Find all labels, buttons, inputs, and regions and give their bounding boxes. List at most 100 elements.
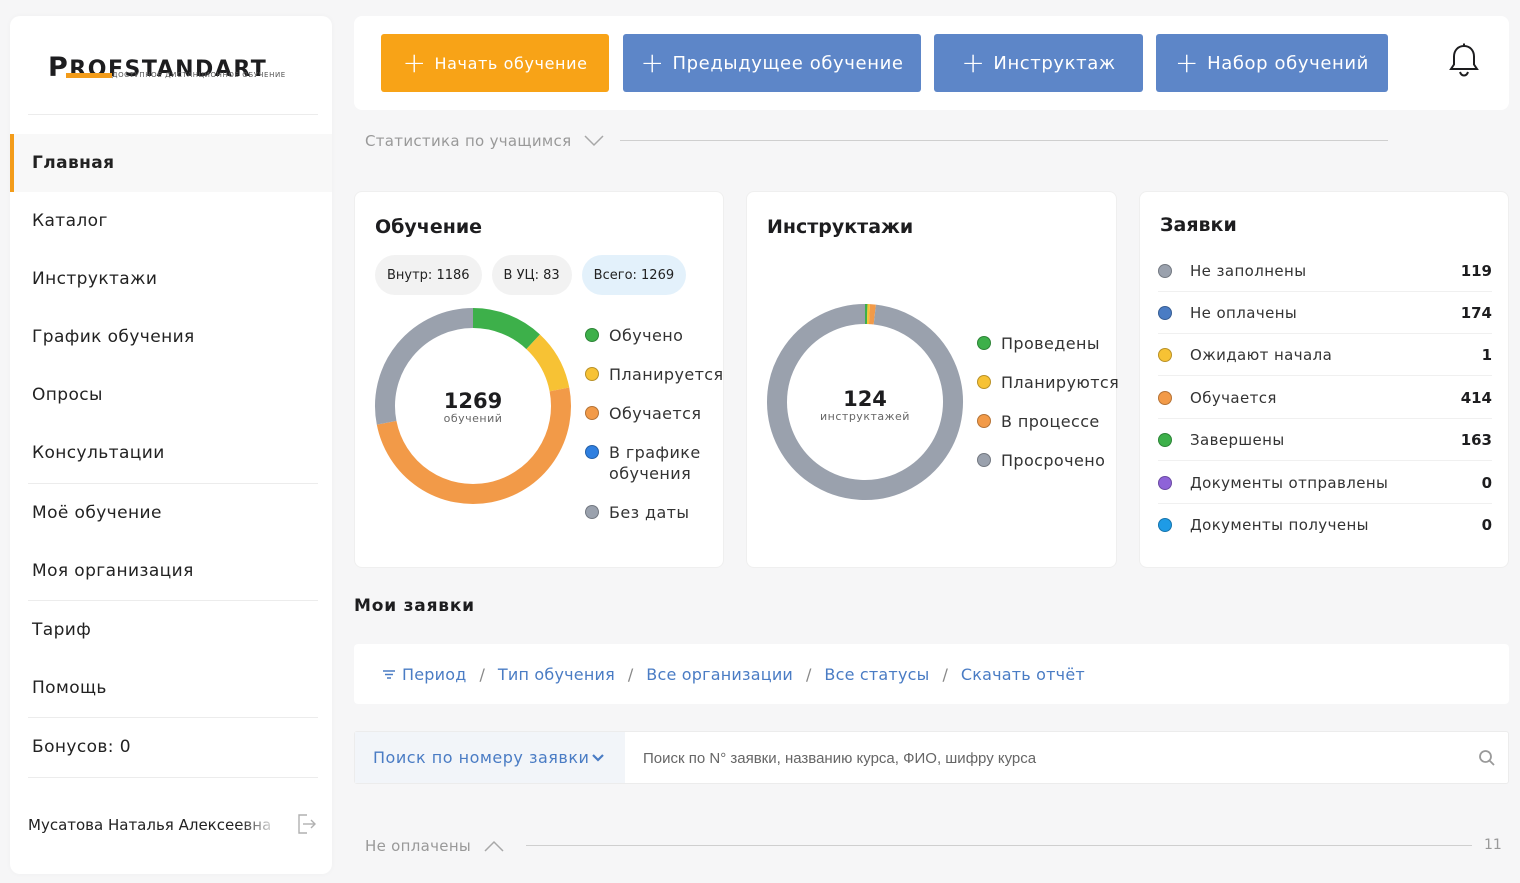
filter-statuses[interactable]: Все статусы xyxy=(824,665,929,684)
legend-item: Обучено xyxy=(585,325,683,346)
sidebar-item-my-organization[interactable]: Моя организация xyxy=(10,542,332,600)
logout-icon[interactable] xyxy=(294,812,318,836)
sidebar-item-tariff[interactable]: Тариф xyxy=(10,601,332,659)
search-input[interactable] xyxy=(643,743,1463,773)
card-title: Инструктажи xyxy=(767,216,914,238)
section-divider-line xyxy=(620,140,1388,141)
legend-dot xyxy=(977,414,991,428)
requests-filter-bar: Период / Тип обучения / Все организации … xyxy=(354,644,1509,704)
sidebar-divider xyxy=(28,114,318,115)
instruction-button[interactable]: + Инструктаж xyxy=(934,34,1143,92)
legend-dot xyxy=(977,453,991,467)
filter-training-type[interactable]: Тип обучения xyxy=(498,665,615,684)
sidebar-item-instructions[interactable]: Инструктажи xyxy=(10,250,332,308)
plus-icon: + xyxy=(640,46,665,79)
card-title: Заявки xyxy=(1160,214,1237,236)
sidebar-item-surveys[interactable]: Опросы xyxy=(10,366,332,424)
sidebar-item-bonuses[interactable]: Бонусов: 0 xyxy=(10,718,332,776)
status-dot xyxy=(1158,390,1172,405)
training-total-unit: обучений xyxy=(443,412,503,425)
notifications-bell-icon[interactable] xyxy=(1448,42,1480,80)
request-status-row[interactable]: Завершены 163 xyxy=(1158,419,1492,461)
legend-item: Без даты xyxy=(585,502,689,523)
plus-icon: + xyxy=(402,46,427,79)
legend-item: Проведены xyxy=(977,333,1100,354)
sidebar-item-schedule[interactable]: График обучения xyxy=(10,308,332,366)
training-donut-center: 1269 обучений xyxy=(423,390,523,425)
sidebar-divider xyxy=(28,777,318,778)
stats-section-toggle[interactable]: Статистика по учащимся xyxy=(365,130,605,152)
request-status-row[interactable]: Документы отправлены 0 xyxy=(1158,462,1492,504)
sidebar-item-consultations[interactable]: Консультации xyxy=(10,424,332,482)
training-set-button[interactable]: + Набор обучений xyxy=(1156,34,1388,92)
status-dot xyxy=(1158,475,1172,490)
sidebar-item-catalog[interactable]: Каталог xyxy=(10,192,332,250)
unpaid-section-toggle[interactable]: Не оплачены xyxy=(365,835,505,857)
logo[interactable]: PROFSTANDART ДОСТУПНОЕ ДИСТАНЦИОННОЕ ОБУ… xyxy=(48,52,298,92)
filter-separator: / xyxy=(479,664,485,684)
download-report-link[interactable]: Скачать отчёт xyxy=(961,665,1085,684)
request-status-row[interactable]: Документы получены 0 xyxy=(1158,504,1492,546)
legend-dot xyxy=(977,336,991,350)
plus-icon: + xyxy=(1175,46,1200,79)
legend-item: Планируется xyxy=(585,364,724,385)
sidebar-item-help[interactable]: Помощь xyxy=(10,659,332,717)
training-stats-card: Обучение Внутр: 1186 В УЦ: 83 Всего: 126… xyxy=(354,191,724,568)
chevron-down-icon xyxy=(592,753,605,762)
status-dot xyxy=(1158,518,1172,532)
status-dot xyxy=(1158,347,1172,362)
requests-stats-card: Заявки Не заполнены 119 Не оплачены 174 … xyxy=(1139,191,1509,568)
logo-tagline: ДОСТУПНОЕ ДИСТАНЦИОННОЕ ОБУЧЕНИЕ xyxy=(112,71,286,79)
legend-item: В графике обучения xyxy=(585,442,715,484)
chip-training-center[interactable]: В УЦ: 83 xyxy=(491,255,572,295)
plus-icon: + xyxy=(961,46,986,79)
filter-separator: / xyxy=(942,664,948,684)
filter-icon xyxy=(383,670,395,679)
legend-dot xyxy=(585,367,599,381)
chip-internal[interactable]: Внутр: 1186 xyxy=(375,255,482,295)
my-requests-title: Мои заявки xyxy=(354,596,475,616)
user-profile[interactable]: Мусатова Наталья Алексеевна xyxy=(28,812,318,838)
instructions-stats-card: Инструктажи 124 инструктажей Проведены П… xyxy=(746,191,1119,568)
status-dot xyxy=(1158,305,1172,320)
request-status-row[interactable]: Ожидают начала 1 xyxy=(1158,334,1492,376)
status-dot xyxy=(1158,432,1172,447)
legend-dot xyxy=(585,505,599,519)
section-divider-line xyxy=(526,845,1472,846)
start-training-button[interactable]: + Начать обучение xyxy=(381,34,609,92)
chip-total[interactable]: Всего: 1269 xyxy=(581,255,687,295)
instructions-total-unit: инструктажей xyxy=(820,410,910,423)
filter-separator: / xyxy=(806,664,812,684)
sidebar-item-my-training[interactable]: Моё обучение xyxy=(10,484,332,542)
filter-period[interactable]: Период xyxy=(402,665,466,684)
training-donut-slice-1 xyxy=(526,334,570,392)
sidebar-item-home[interactable]: Главная xyxy=(10,134,332,192)
search-icon[interactable] xyxy=(1478,749,1496,767)
sidebar: PROFSTANDART ДОСТУПНОЕ ДИСТАНЦИОННОЕ ОБУ… xyxy=(10,16,332,874)
legend-dot xyxy=(585,328,599,342)
request-status-row[interactable]: Обучается 414 xyxy=(1158,377,1492,419)
search-mode-select[interactable]: Поиск по номеру заявки xyxy=(355,732,625,783)
card-title: Обучение xyxy=(375,216,483,238)
instructions-donut-center: 124 инструктажей xyxy=(805,388,925,423)
chevron-down-icon xyxy=(584,135,604,147)
logo-accent-bar xyxy=(66,73,112,78)
training-chips: Внутр: 1186 В УЦ: 83 Всего: 1269 xyxy=(375,255,687,295)
instructions-total: 124 xyxy=(843,387,887,411)
filter-separator: / xyxy=(627,664,634,684)
legend-item: Просрочено xyxy=(977,450,1105,471)
request-status-row[interactable]: Не заполнены 119 xyxy=(1158,250,1492,292)
unpaid-count: 11 xyxy=(1484,837,1502,853)
filter-organizations[interactable]: Все организации xyxy=(646,665,793,684)
training-donut-slice-0 xyxy=(472,308,540,350)
search-bar: Поиск по номеру заявки xyxy=(354,731,1509,784)
status-dot xyxy=(1158,263,1172,278)
request-status-row[interactable]: Не оплачены 174 xyxy=(1158,292,1492,334)
legend-item: Планируются xyxy=(977,372,1119,393)
legend-item: Обучается xyxy=(585,403,701,424)
previous-training-button[interactable]: + Предыдущее обучение xyxy=(623,34,921,92)
legend-dot xyxy=(585,445,599,459)
legend-dot xyxy=(977,375,991,389)
training-total: 1269 xyxy=(443,389,503,413)
legend-dot xyxy=(585,406,599,420)
